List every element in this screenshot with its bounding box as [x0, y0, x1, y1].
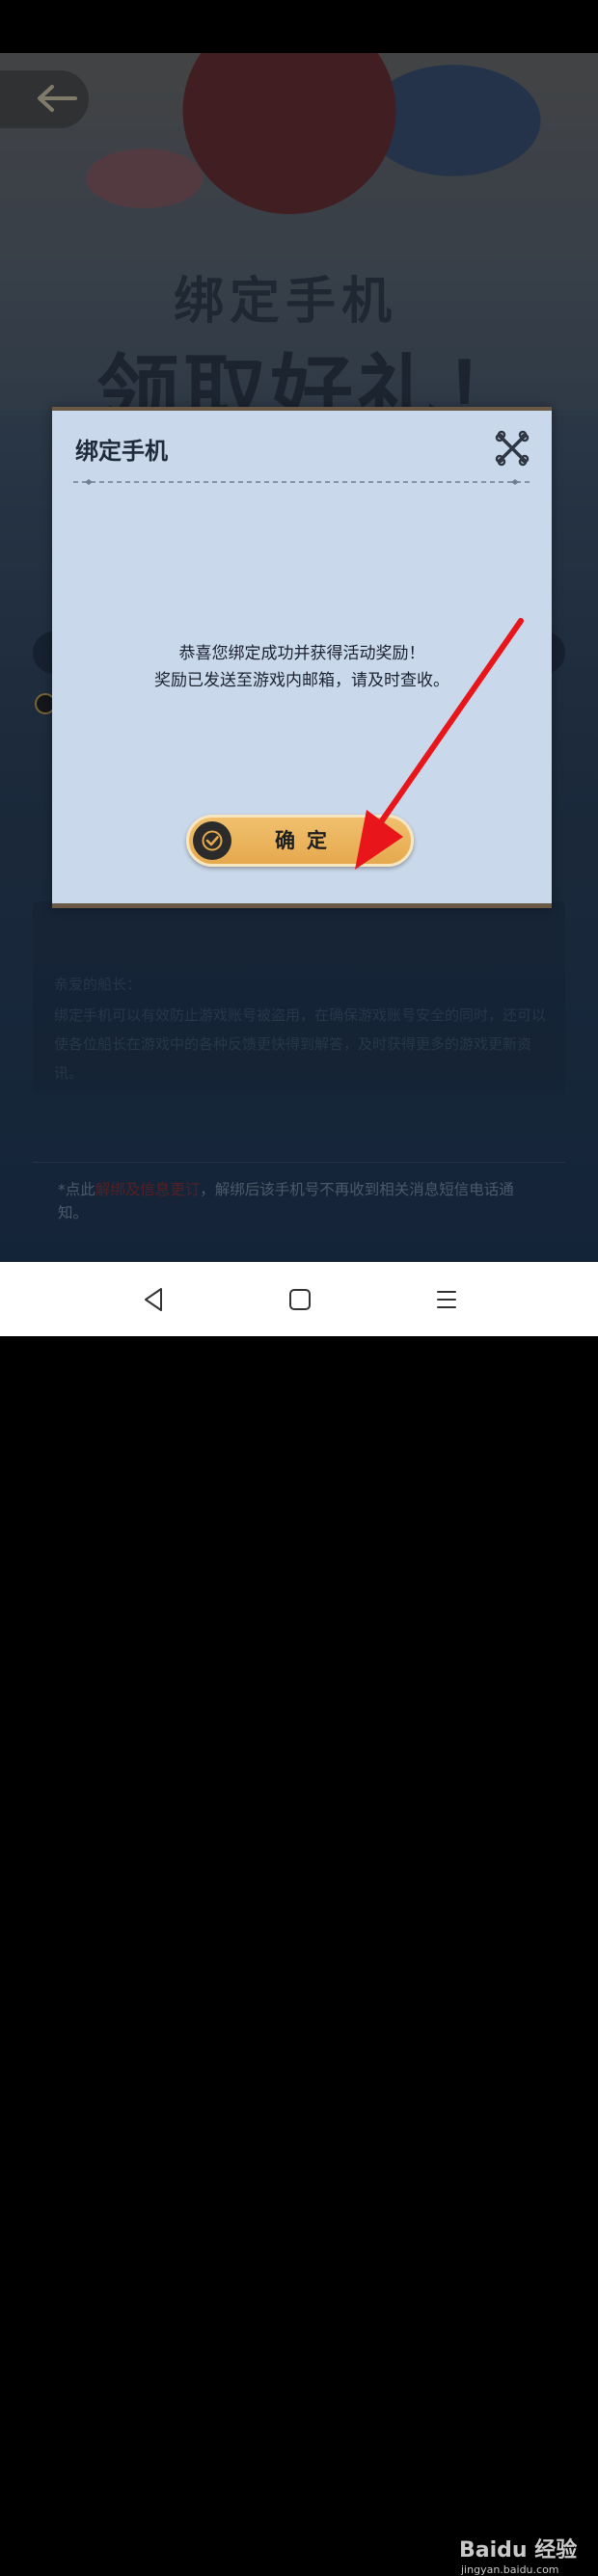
nav-home-button[interactable]: [284, 1283, 316, 1316]
dialog-divider: [73, 479, 530, 485]
triangle-back-icon: [145, 1288, 162, 1311]
square-home-icon: [289, 1289, 311, 1310]
app-screen: 绑定手机 领取好礼！ 亲爱的船长： 绑定手机可以有效防止游戏账号被盗用，在确保游…: [0, 53, 598, 1262]
crossed-bones-close-icon: [495, 430, 530, 467]
baidu-watermark-url: jingyan.baidu.com: [461, 2563, 559, 2576]
nav-back-button[interactable]: [138, 1283, 171, 1316]
system-navigation-bar: Baidu 经验 jingyan.baidu.com: [0, 1262, 598, 2576]
dialog-title: 绑定手机: [75, 438, 168, 465]
menu-lines-icon: [437, 1291, 456, 1308]
baidu-watermark: Baidu 经验: [459, 2538, 578, 2563]
close-button[interactable]: [494, 430, 530, 467]
red-annotation-arrow: [355, 618, 524, 870]
nav-menu-button[interactable]: [430, 1283, 463, 1316]
status-bar: [0, 0, 598, 53]
